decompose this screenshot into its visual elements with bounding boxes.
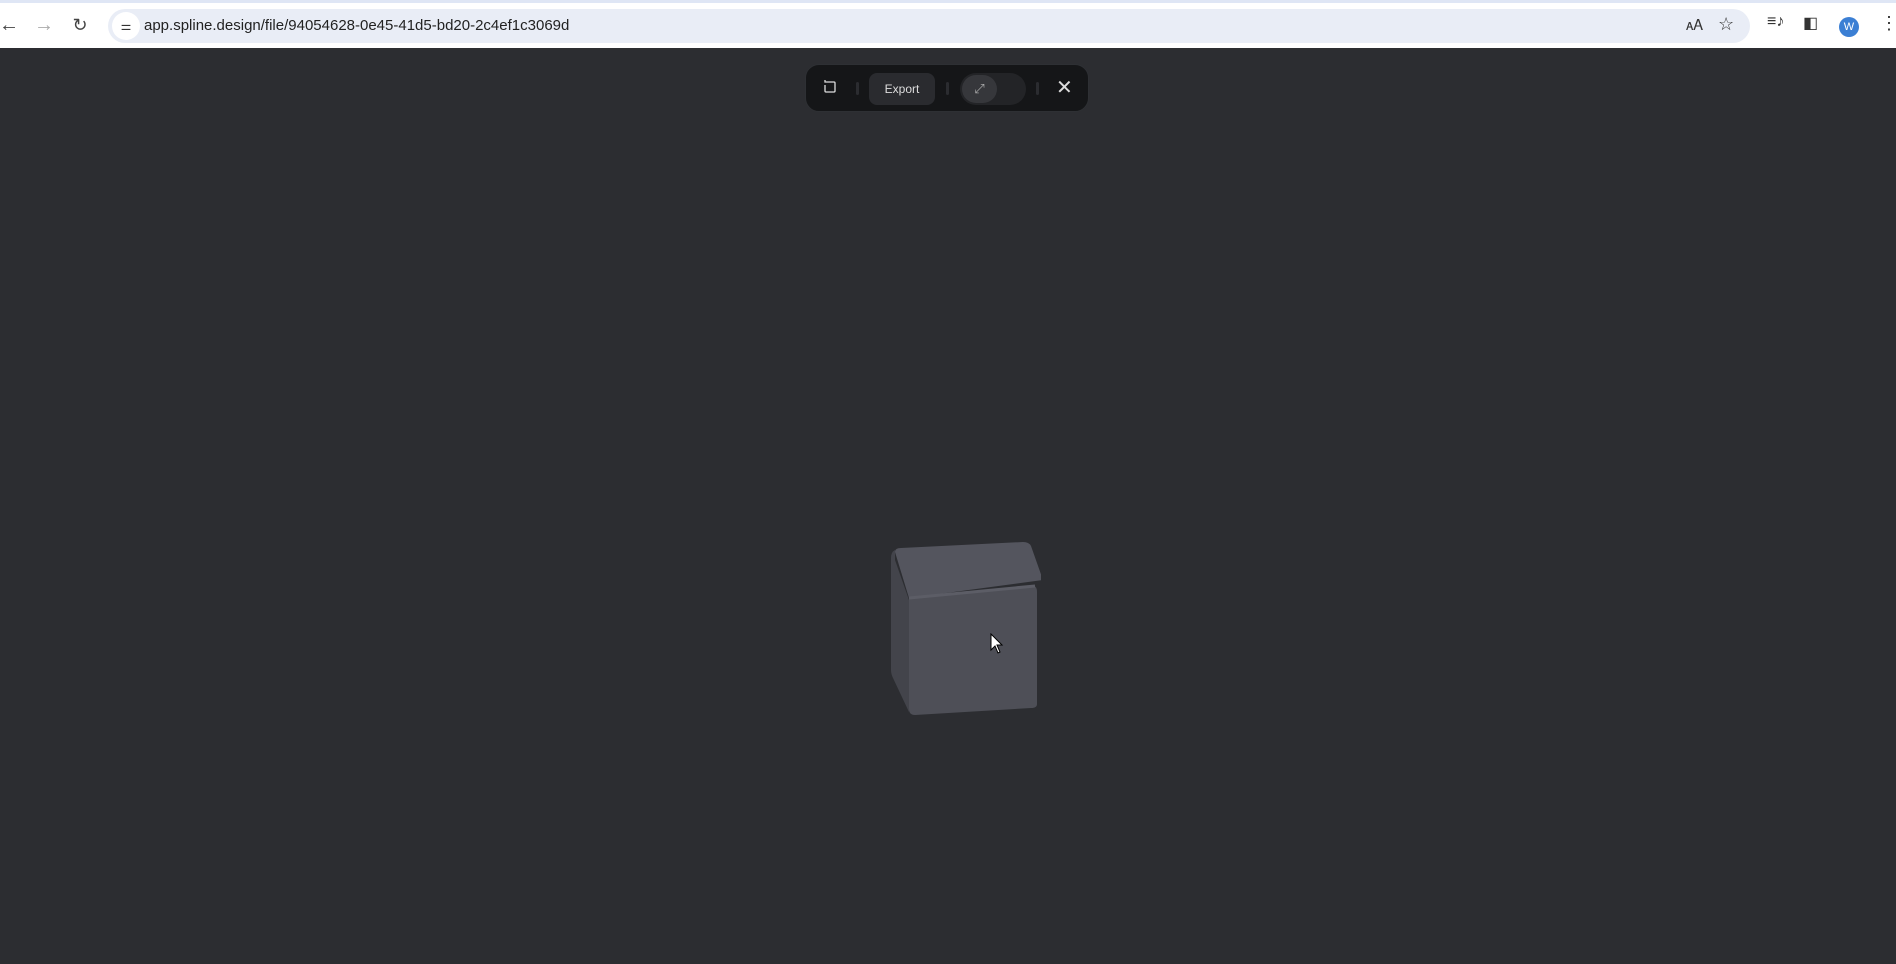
- profile-avatar[interactable]: W: [1839, 17, 1859, 37]
- side-panel-icon[interactable]: ◧: [1803, 13, 1818, 33]
- mouse-cursor-icon: [990, 633, 1004, 654]
- divider: [1036, 82, 1039, 95]
- reset-view-icon[interactable]: [822, 78, 838, 99]
- translate-icon[interactable]: 🗚: [1686, 17, 1703, 34]
- divider: [946, 82, 949, 95]
- export-button[interactable]: Export: [869, 73, 935, 105]
- back-icon[interactable]: ←: [0, 12, 22, 38]
- site-settings-icon[interactable]: ⚌: [112, 12, 140, 40]
- fullscreen-toggle[interactable]: ⤢: [960, 73, 1026, 105]
- close-icon[interactable]: ✕: [1056, 75, 1073, 100]
- expand-icon: ⤢: [962, 75, 997, 103]
- reload-icon[interactable]: ↻: [67, 12, 93, 38]
- divider: [856, 82, 859, 95]
- browser-toolbar: ← → ↻ ⚌ app.spline.design/file/94054628-…: [0, 0, 1896, 48]
- media-control-icon[interactable]: ≡♪: [1767, 13, 1784, 31]
- forward-icon[interactable]: →: [31, 12, 57, 38]
- bookmark-star-icon[interactable]: ☆: [1718, 14, 1734, 35]
- url-text[interactable]: app.spline.design/file/94054628-0e45-41d…: [144, 17, 569, 34]
- viewer-toolbar: Export ⤢ ✕: [805, 64, 1089, 112]
- menu-kebab-icon[interactable]: ⋮: [1880, 13, 1896, 34]
- address-bar[interactable]: ⚌ app.spline.design/file/94054628-0e45-4…: [108, 9, 1750, 43]
- 3d-cube[interactable]: [885, 540, 1041, 720]
